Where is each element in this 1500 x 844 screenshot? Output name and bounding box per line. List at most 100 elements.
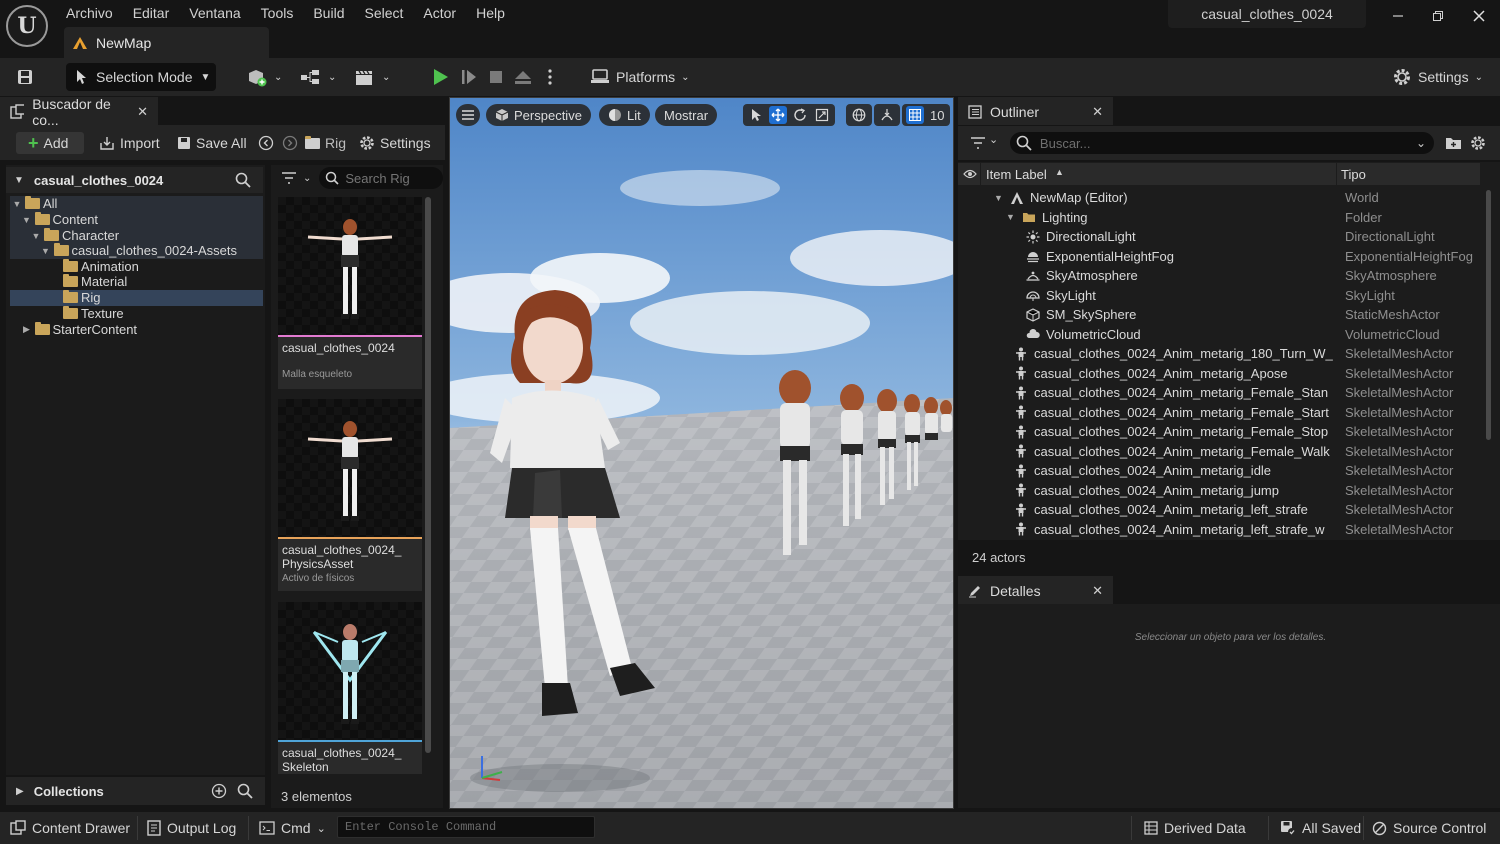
restore-icon[interactable]: [1428, 6, 1448, 26]
outliner-row[interactable]: casual_clothes_0024_Anim_metarig_Female_…: [958, 383, 1482, 403]
outliner-row[interactable]: SM_SkySphere StaticMeshActor: [958, 305, 1482, 325]
visibility-eye-icon[interactable]: [963, 168, 977, 180]
asset-search-box[interactable]: [319, 167, 443, 189]
all-saved-button[interactable]: All Saved: [1280, 812, 1361, 844]
selection-mode-dropdown[interactable]: Selection Mode ▼: [66, 63, 216, 91]
grid-snap-control[interactable]: 10: [902, 104, 951, 126]
tree-item[interactable]: Animation: [10, 259, 263, 275]
chevron-down-icon[interactable]: ⌄: [303, 173, 311, 184]
close-icon[interactable]: [1469, 6, 1489, 26]
content-settings-button[interactable]: Settings: [359, 132, 431, 154]
source-tree-header[interactable]: ▼ casual_clothes_0024: [6, 167, 263, 193]
outliner-row[interactable]: casual_clothes_0024_Anim_metarig_Female_…: [958, 403, 1482, 423]
tree-item[interactable]: ▼ Character: [10, 228, 263, 244]
close-tab-icon[interactable]: ✕: [1092, 104, 1103, 120]
chevron-down-icon[interactable]: ▼: [994, 193, 1004, 203]
add-button[interactable]: + Add: [16, 132, 84, 154]
level-tab[interactable]: NewMap: [64, 27, 269, 58]
outliner-row[interactable]: ExponentialHeightFog ExponentialHeightFog: [958, 247, 1482, 267]
tree-item[interactable]: ▶ StarterContent: [10, 322, 263, 338]
outliner-row[interactable]: casual_clothes_0024_Anim_metarig_left_st…: [958, 500, 1482, 520]
viewport-options-button[interactable]: [456, 104, 480, 126]
perspective-button[interactable]: Perspective: [486, 104, 591, 126]
outliner-row[interactable]: casual_clothes_0024_Anim_metarig_jump Ske…: [958, 481, 1482, 501]
menu-item-build[interactable]: Build: [303, 4, 354, 22]
chevron-down-icon[interactable]: ⌄: [989, 133, 998, 146]
asset-search-input[interactable]: [345, 170, 436, 186]
lit-button[interactable]: Lit: [599, 104, 650, 126]
outliner-row[interactable]: ▼ NewMap (Editor) World: [958, 188, 1482, 208]
unreal-logo-icon[interactable]: U: [6, 5, 48, 47]
source-control-button[interactable]: Source Control: [1372, 812, 1486, 844]
outliner-row[interactable]: casual_clothes_0024_Anim_metarig_left_st…: [958, 520, 1482, 540]
menu-item-help[interactable]: Help: [466, 4, 515, 22]
menu-item-select[interactable]: Select: [354, 4, 413, 22]
outliner-row[interactable]: casual_clothes_0024_Anim_metarig_idle Ske…: [958, 461, 1482, 481]
filter-icon[interactable]: [970, 136, 986, 150]
globe-icon[interactable]: [850, 106, 868, 124]
history-forward-button[interactable]: [282, 132, 298, 154]
add-actor-button[interactable]: ⌄: [246, 63, 282, 91]
simulate-button[interactable]: [459, 63, 479, 91]
menu-item-archivo[interactable]: Archivo: [56, 4, 123, 22]
close-tab-icon[interactable]: ✕: [1092, 583, 1103, 599]
asset-scrollbar[interactable]: [425, 197, 431, 753]
cinematics-button[interactable]: ⌄: [354, 63, 390, 91]
stop-button[interactable]: [487, 63, 505, 91]
column-item-label[interactable]: Item Label: [986, 167, 1047, 182]
outliner-row[interactable]: casual_clothes_0024_Anim_metarig_Female_…: [958, 422, 1482, 442]
gear-icon[interactable]: [1470, 135, 1486, 151]
path-breadcrumb[interactable]: Rig: [305, 132, 346, 154]
menu-item-ventana[interactable]: Ventana: [179, 4, 250, 22]
translate-tool-icon[interactable]: [769, 106, 787, 124]
platforms-dropdown[interactable]: Platforms ⌄: [590, 63, 690, 91]
menu-item-tools[interactable]: Tools: [251, 4, 304, 22]
asset-tile[interactable]: casual_clothes_0024 Malla esqueleto: [278, 197, 422, 389]
tree-item[interactable]: Rig: [10, 290, 263, 306]
asset-tile[interactable]: casual_clothes_0024_ Skeleton: [278, 602, 422, 774]
asset-tile[interactable]: casual_clothes_0024_ PhysicsAsset Activo …: [278, 399, 422, 591]
outliner-search-box[interactable]: ⌄: [1010, 132, 1434, 154]
outliner-row[interactable]: SkyAtmosphere SkyAtmosphere: [958, 266, 1482, 286]
grid-snap-icon[interactable]: [906, 106, 924, 124]
chevron-right-icon[interactable]: ▶: [22, 324, 32, 335]
console-command-input[interactable]: [337, 816, 595, 838]
minimize-icon[interactable]: [1388, 6, 1408, 26]
add-folder-icon[interactable]: [1445, 135, 1463, 151]
details-tab[interactable]: Detalles ✕: [958, 576, 1113, 604]
content-drawer-button[interactable]: Content Drawer: [10, 812, 130, 844]
add-collection-icon[interactable]: [211, 783, 227, 799]
outliner-row[interactable]: DirectionalLight DirectionalLight: [958, 227, 1482, 247]
play-options-button[interactable]: [546, 63, 554, 91]
chevron-down-icon[interactable]: ⌄: [1416, 136, 1426, 150]
search-icon[interactable]: [235, 172, 251, 188]
eject-button[interactable]: [513, 63, 533, 91]
close-tab-icon[interactable]: ✕: [137, 104, 148, 120]
chevron-down-icon[interactable]: ▼: [41, 246, 51, 256]
column-type[interactable]: Tipo: [1341, 167, 1366, 182]
chevron-down-icon[interactable]: ▼: [12, 199, 22, 209]
play-button[interactable]: [430, 63, 450, 91]
cmd-dropdown[interactable]: Cmd ⌄: [259, 812, 326, 844]
content-browser-tab[interactable]: Buscador de co... ✕: [0, 96, 158, 128]
outliner-scrollbar[interactable]: [1486, 190, 1491, 440]
import-button[interactable]: Import: [99, 132, 160, 154]
chevron-down-icon[interactable]: ▼: [22, 215, 32, 225]
outliner-row[interactable]: casual_clothes_0024_Anim_metarig_180_Tur…: [958, 344, 1482, 364]
output-log-button[interactable]: Output Log: [147, 812, 236, 844]
outliner-search-input[interactable]: [1039, 135, 1408, 151]
filter-icon[interactable]: [281, 171, 299, 185]
blueprint-button[interactable]: ⌄: [300, 63, 336, 91]
tree-item[interactable]: ▼ All: [10, 196, 263, 212]
save-all-button[interactable]: Save All: [177, 132, 247, 154]
outliner-row[interactable]: casual_clothes_0024_Anim_metarig_Apose Sk…: [958, 364, 1482, 384]
outliner-row[interactable]: VolumetricCloud VolumetricCloud: [958, 325, 1482, 345]
tree-item[interactable]: ▼ casual_clothes_0024-Assets: [10, 243, 263, 259]
level-viewport[interactable]: Perspective Lit Mostrar 10: [449, 97, 954, 809]
menu-item-editar[interactable]: Editar: [123, 4, 180, 22]
settings-dropdown[interactable]: Settings ⌄: [1392, 63, 1483, 91]
outliner-row[interactable]: casual_clothes_0024_Anim_metarig_Female_…: [958, 442, 1482, 462]
collections-bar[interactable]: ▶ Collections: [6, 777, 265, 805]
history-back-button[interactable]: [258, 132, 274, 154]
tree-item[interactable]: ▼ Content: [10, 212, 263, 228]
